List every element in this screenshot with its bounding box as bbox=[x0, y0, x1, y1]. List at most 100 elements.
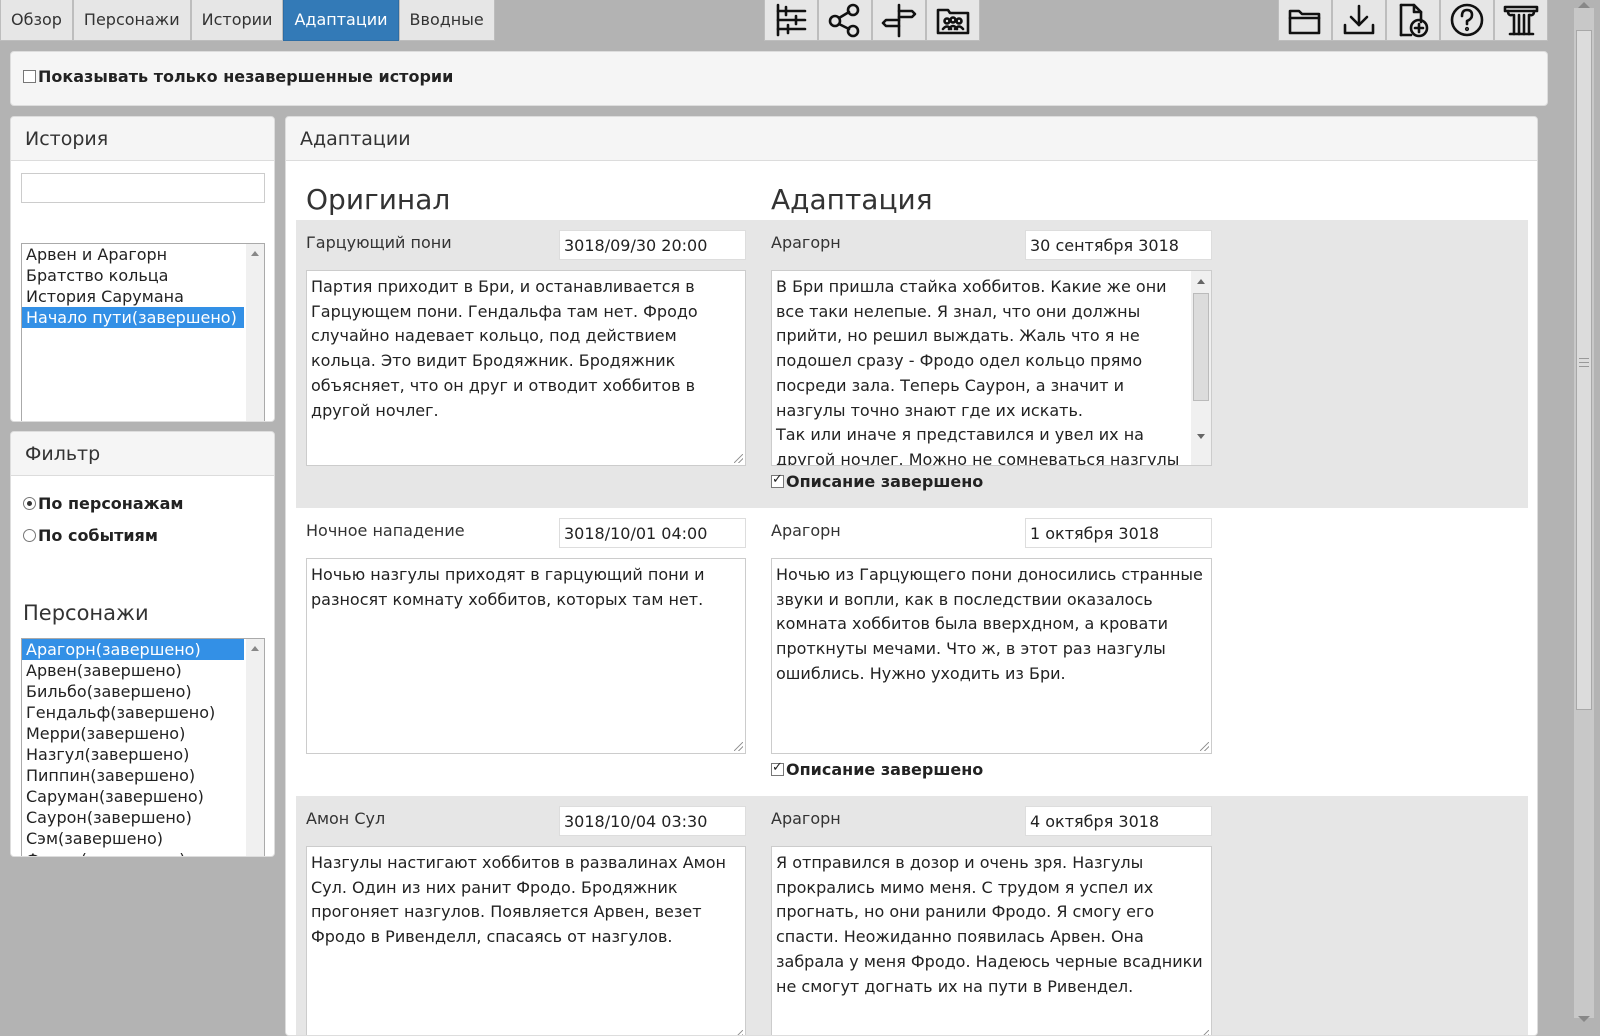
main-tabs: Обзор Персонажи Истории Адаптации Вводны… bbox=[0, 0, 495, 41]
characters-heading: Персонажи bbox=[23, 601, 149, 625]
history-listbox[interactable]: Арвен и Арагорн Братство кольца История Са… bbox=[21, 243, 265, 421]
adapted-text-area[interactable]: Я отправился в дозор и очень зря. Назгул… bbox=[771, 846, 1212, 1035]
adapted-text: Ночью из Гарцующего пони доносились стра… bbox=[776, 565, 1208, 683]
original-text: Назгулы настигают хоббитов в развалинах … bbox=[311, 853, 726, 947]
only-unfinished-checkbox[interactable] bbox=[23, 70, 36, 83]
characters-listbox[interactable]: Арагорн(завершено) Арвен(завершено) Бильбо… bbox=[21, 638, 265, 856]
description-done-label[interactable]: Описание завершено bbox=[786, 760, 983, 779]
by-characters-label[interactable]: По персонажам bbox=[38, 494, 183, 513]
description-done-checkbox[interactable] bbox=[771, 472, 784, 488]
character-list-item[interactable]: Саурон(завершено) bbox=[22, 807, 244, 828]
adapted-text-scrollbar[interactable] bbox=[1191, 271, 1211, 465]
page-scrollbar[interactable] bbox=[1568, 0, 1600, 1024]
character-list-item[interactable]: Арвен(завершено) bbox=[22, 660, 244, 681]
character-list-item[interactable]: Мерри(завершено) bbox=[22, 723, 244, 744]
signpost-icon bbox=[881, 3, 917, 38]
history-panel: История Арвен и Арагорн Братство кольца Ис… bbox=[10, 116, 275, 422]
history-list-item[interactable]: Братство кольца bbox=[22, 265, 244, 286]
network-icon bbox=[828, 3, 860, 38]
file-toolbar bbox=[1278, 0, 1548, 41]
adapted-text-area[interactable]: В Бри пришла стайка хоббитов. Какие же о… bbox=[771, 270, 1212, 466]
help-button[interactable] bbox=[1440, 0, 1494, 41]
event-name: Амон Сул bbox=[306, 809, 386, 828]
adaptation-row: Ночное нападение 3018/10/01 04:00 Ночью на… bbox=[296, 508, 1528, 796]
unfinished-filter-bar: Показывать только незавершенные истории bbox=[10, 51, 1548, 106]
character-list-item[interactable]: Арагорн(завершено) bbox=[22, 639, 244, 660]
event-datetime-field[interactable]: 3018/10/04 03:30 bbox=[559, 806, 746, 836]
by-events-label[interactable]: По событиям bbox=[38, 526, 158, 545]
character-list-item[interactable]: Бильбо(завершено) bbox=[22, 681, 244, 702]
signpost-button[interactable] bbox=[872, 0, 926, 41]
new-file-button[interactable] bbox=[1386, 0, 1440, 41]
character-list-item[interactable]: Назгул(завершено) bbox=[22, 744, 244, 765]
adapted-date-field[interactable]: 1 октября 3018 bbox=[1025, 518, 1212, 548]
network-button[interactable] bbox=[818, 0, 872, 41]
history-search-input[interactable] bbox=[21, 173, 265, 203]
tab-overview[interactable]: Обзор bbox=[0, 0, 73, 41]
top-bar: Обзор Персонажи Истории Адаптации Вводны… bbox=[0, 0, 1568, 41]
history-list-item[interactable]: Начало пути(завершено) bbox=[22, 307, 244, 328]
original-text-area[interactable]: Партия приходит в Бри, и останавливается… bbox=[306, 270, 746, 466]
only-unfinished-label[interactable]: Показывать только незавершенные истории bbox=[38, 67, 453, 86]
adapted-date-field[interactable]: 4 октября 3018 bbox=[1025, 806, 1212, 836]
scroll-down-icon[interactable] bbox=[1578, 1016, 1590, 1022]
original-text: Ночью назгулы приходят в гарцующий пони … bbox=[311, 565, 705, 609]
character-list-item[interactable]: Саруман(завершено) bbox=[22, 786, 244, 807]
history-list-scrollbar[interactable] bbox=[246, 244, 264, 421]
resize-handle-icon[interactable] bbox=[734, 454, 743, 463]
filter-body: По персонажам По событиям Персонажи Араг… bbox=[11, 476, 274, 856]
history-list-item[interactable]: Арвен и Арагорн bbox=[22, 244, 244, 265]
open-button[interactable] bbox=[1278, 0, 1332, 41]
adaptation-row: Гарцующий пони 3018/09/30 20:00 Партия при… bbox=[296, 220, 1528, 508]
adapted-text-scroll-thumb[interactable] bbox=[1193, 293, 1209, 401]
event-datetime-field[interactable]: 3018/10/01 04:00 bbox=[559, 518, 746, 548]
tab-adaptations[interactable]: Адаптации bbox=[283, 0, 399, 41]
tab-characters[interactable]: Персонажи bbox=[72, 0, 191, 41]
folder-icon bbox=[1288, 9, 1321, 35]
timeline-icon bbox=[776, 3, 807, 37]
tab-stories[interactable]: Истории bbox=[190, 0, 284, 41]
character-list-item[interactable]: Пиппин(завершено) bbox=[22, 765, 244, 786]
original-text: Партия приходит в Бри, и останавливается… bbox=[311, 277, 698, 420]
description-done-label[interactable]: Описание завершено bbox=[786, 472, 983, 491]
by-characters-radio[interactable] bbox=[23, 497, 36, 510]
adapted-text-area[interactable]: Ночью из Гарцующего пони доносились стра… bbox=[771, 558, 1212, 754]
character-name: Арагорн bbox=[771, 233, 841, 252]
tab-briefings[interactable]: Вводные bbox=[398, 0, 495, 41]
original-text-area[interactable]: Назгулы настигают хоббитов в развалинах … bbox=[306, 846, 746, 1035]
history-list-item[interactable]: История Сарумана bbox=[22, 286, 244, 307]
group-icon bbox=[936, 8, 970, 35]
by-events-radio[interactable] bbox=[23, 529, 36, 542]
timeline-button[interactable] bbox=[764, 0, 818, 41]
filter-panel: Фильтр По персонажам По событиям Персона… bbox=[10, 431, 275, 857]
history-heading: История bbox=[11, 117, 274, 161]
character-list-item[interactable]: Сэм(завершено) bbox=[22, 828, 244, 849]
adaptations-panel: Адаптации Оригинал Адаптация Гарцующий п… bbox=[285, 116, 1538, 1036]
adaptations-heading: Адаптации bbox=[286, 117, 1537, 161]
character-list-item[interactable]: Гендальф(завершено) bbox=[22, 702, 244, 723]
characters-list-scrollbar[interactable] bbox=[246, 639, 264, 856]
temple-icon bbox=[1503, 5, 1539, 36]
history-body: Арвен и Арагорн Братство кольца История Са… bbox=[11, 161, 274, 421]
adapted-date-field[interactable]: 30 сентября 3018 bbox=[1025, 230, 1212, 260]
new-file-icon bbox=[1399, 3, 1429, 38]
resize-handle-icon[interactable] bbox=[734, 742, 743, 751]
original-text-area[interactable]: Ночью назгулы приходят в гарцующий пони … bbox=[306, 558, 746, 754]
view-toolbar bbox=[764, 0, 980, 41]
resize-handle-icon[interactable] bbox=[1200, 1030, 1209, 1035]
done-row: Описание завершено bbox=[771, 760, 983, 779]
scrollbar-thumb[interactable] bbox=[1576, 30, 1592, 710]
resize-handle-icon[interactable] bbox=[734, 1030, 743, 1035]
group-button[interactable] bbox=[926, 0, 980, 41]
character-list-item[interactable]: Фродо(завершено) bbox=[22, 849, 244, 856]
adaptation-heading: Адаптация bbox=[771, 183, 933, 216]
adaptation-row: Амон Сул 3018/10/04 03:30 Назгулы настигаю… bbox=[296, 796, 1528, 1035]
description-done-checkbox[interactable] bbox=[771, 760, 784, 776]
scroll-up-icon[interactable] bbox=[1578, 2, 1590, 8]
download-button[interactable] bbox=[1332, 0, 1386, 41]
resize-handle-icon[interactable] bbox=[1200, 742, 1209, 751]
event-datetime-field[interactable]: 3018/09/30 20:00 bbox=[559, 230, 746, 260]
character-name: Арагорн bbox=[771, 521, 841, 540]
by-characters-row: По персонажам bbox=[23, 494, 183, 513]
about-button[interactable] bbox=[1494, 0, 1548, 41]
